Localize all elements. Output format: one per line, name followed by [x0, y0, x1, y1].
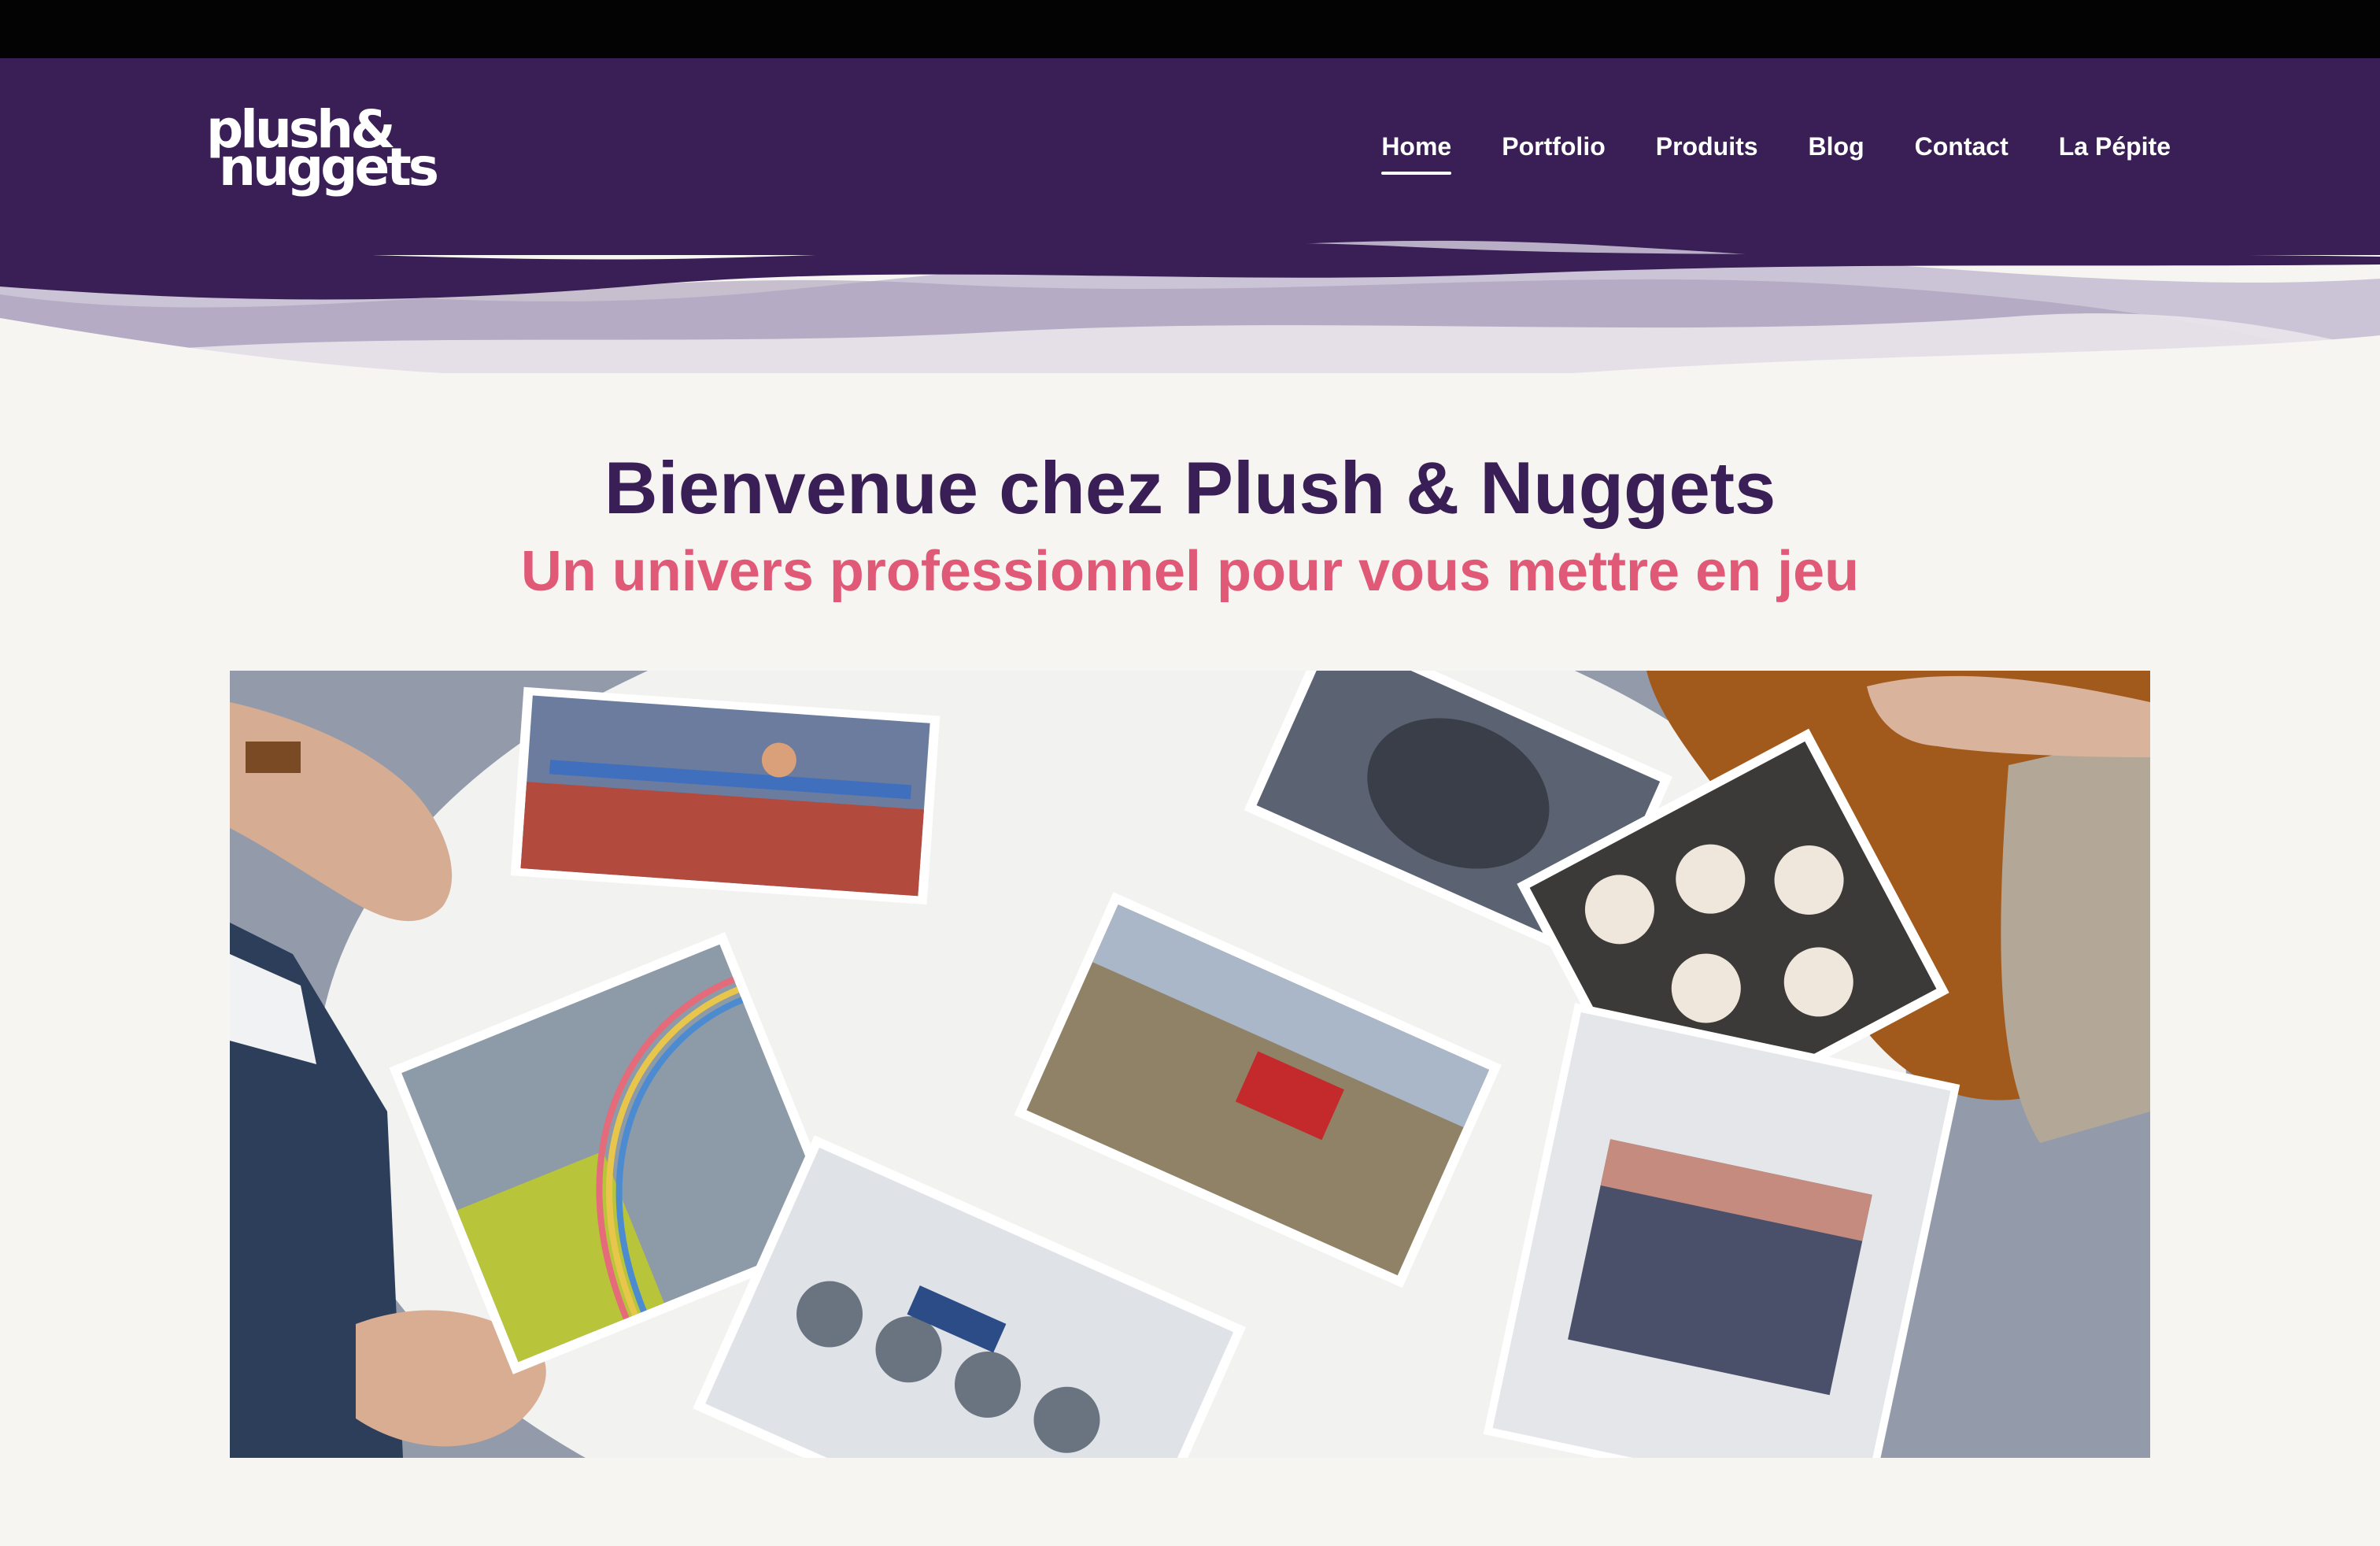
- logo-line-2: nuggets: [219, 137, 439, 198]
- hero-subtitle: Un univers professionnel pour vous mettr…: [520, 540, 1860, 603]
- nav-item-blog[interactable]: Blog: [1809, 131, 1864, 162]
- hero-title: Bienvenue chez Plush & Nuggets: [604, 446, 1776, 529]
- site-logo[interactable]: plush& nuggets: [206, 104, 442, 206]
- nav-item-home[interactable]: Home: [1381, 131, 1451, 175]
- site-header: plush& nuggets Home Portfolio Produits B…: [0, 58, 2380, 373]
- photo-prints-on-table-image: [230, 671, 2150, 1458]
- browser-top-bar: [0, 0, 2380, 58]
- main-navigation: Home Portfolio Produits Blog Contact La …: [1381, 131, 2171, 175]
- nav-item-la-pepite[interactable]: La Pépite: [2059, 131, 2171, 162]
- nav-item-produits[interactable]: Produits: [1656, 131, 1758, 162]
- nav-item-portfolio[interactable]: Portfolio: [1502, 131, 1606, 162]
- nav-item-contact[interactable]: Contact: [1915, 131, 2009, 162]
